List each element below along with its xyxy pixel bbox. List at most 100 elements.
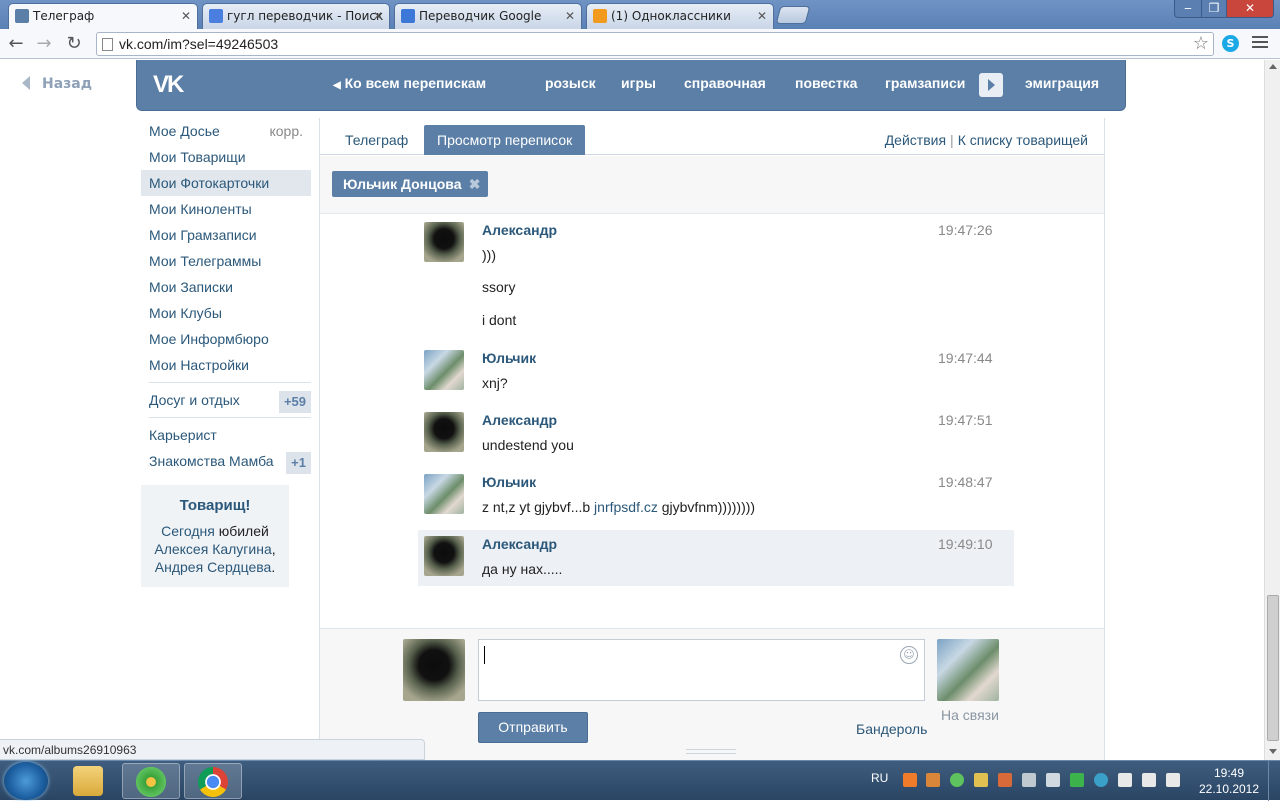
forward-arrow-icon[interactable]: → — [32, 32, 56, 56]
my-avatar[interactable] — [403, 639, 465, 701]
all-chats-link[interactable]: ◀ Ко всем перепискам — [333, 75, 486, 91]
menu-item-groups[interactable]: Мои Клубы — [141, 300, 311, 326]
skype-icon[interactable]: S — [1222, 35, 1239, 52]
menu-item-audio[interactable]: Мои Грамзаписи — [141, 222, 311, 248]
friend-link[interactable]: Андрея Сердцева — [155, 559, 272, 575]
tray-monitor-icon[interactable] — [1070, 773, 1084, 787]
taskbar-chrome[interactable] — [184, 763, 242, 799]
resize-grip[interactable] — [686, 749, 736, 754]
nav-games[interactable]: игры — [621, 75, 656, 91]
scroll-up-icon[interactable] — [1269, 64, 1277, 69]
minimize-button[interactable]: ‒ — [1174, 0, 1202, 18]
tray-device-icon[interactable] — [1118, 773, 1132, 787]
tray-icq-icon[interactable] — [950, 773, 964, 787]
page-scrollbar[interactable] — [1264, 60, 1280, 760]
odnoklassniki-icon — [593, 9, 607, 23]
scroll-down-icon[interactable] — [1269, 749, 1277, 754]
address-bar[interactable]: vk.com/im?sel=49246503 ☆ — [96, 32, 1214, 56]
tab-google-translate[interactable]: Переводчик Google ✕ — [394, 3, 582, 29]
tray-app-icon[interactable] — [903, 773, 917, 787]
edit-link[interactable]: корр. — [269, 118, 303, 144]
avatar[interactable] — [424, 350, 464, 390]
avatar[interactable] — [424, 222, 464, 262]
smiley-icon[interactable]: ☺ — [900, 646, 918, 664]
message-author[interactable]: Александр — [482, 536, 557, 552]
menu-item-app-career[interactable]: Карьерист — [141, 422, 311, 448]
message-author[interactable]: Александр — [482, 222, 557, 238]
today-link[interactable]: Сегодня — [161, 523, 215, 539]
send-button[interactable]: Отправить — [478, 712, 588, 743]
wrench-menu-icon[interactable] — [1252, 36, 1268, 50]
menu-item-profile[interactable]: Мое Досье корр. — [141, 118, 311, 144]
peer-chip[interactable]: Юльчик Донцова ✖ — [332, 171, 488, 197]
avatar[interactable] — [424, 536, 464, 576]
message-time[interactable]: 19:49:10 — [938, 536, 993, 552]
close-icon[interactable]: ✕ — [181, 4, 191, 28]
avatar[interactable] — [424, 412, 464, 452]
message-link[interactable]: jnrfpsdf.cz — [594, 499, 658, 515]
menu-item-notes[interactable]: Мои Записки — [141, 274, 311, 300]
show-desktop-button[interactable] — [1268, 761, 1280, 801]
actions-link[interactable]: Действия — [885, 132, 946, 148]
menu-item-messages[interactable]: Мои Телеграммы — [141, 248, 311, 274]
message-time[interactable]: 19:47:26 — [938, 222, 993, 238]
attach-link[interactable]: Бандероль — [856, 721, 927, 737]
peer-avatar[interactable] — [937, 639, 999, 701]
friends-list-link[interactable]: К списку товарищей — [958, 132, 1088, 148]
network-icon[interactable] — [1142, 773, 1156, 787]
menu-item-app-mamba[interactable]: Знакомства Мамба +1 — [141, 448, 311, 474]
volume-icon[interactable] — [1166, 773, 1180, 787]
menu-item-app-leisure[interactable]: Досуг и отдых +59 — [141, 387, 311, 413]
close-icon[interactable]: ✖ — [469, 171, 481, 197]
nav-search[interactable]: розыск — [545, 75, 596, 91]
menu-item-videos[interactable]: Мои Киноленты — [141, 196, 311, 222]
taskbar-icq[interactable] — [122, 763, 180, 799]
flag-icon[interactable] — [1046, 773, 1060, 787]
tab-messages[interactable]: Телеграф — [332, 125, 421, 155]
new-tab-button[interactable] — [775, 6, 811, 24]
close-window-button[interactable]: ✕ — [1226, 0, 1274, 18]
close-icon[interactable]: ✕ — [373, 4, 383, 28]
menu-item-settings[interactable]: Мои Настройки — [141, 352, 311, 378]
scroll-thumb[interactable] — [1267, 595, 1279, 741]
message-time[interactable]: 19:47:51 — [938, 412, 993, 428]
tray-hand-icon[interactable] — [998, 773, 1012, 787]
friend-link[interactable]: Алексея Калугина — [154, 541, 271, 557]
vk-logo[interactable]: VK — [153, 70, 199, 100]
avatar[interactable] — [424, 474, 464, 514]
tab-google-search[interactable]: гугл переводчик - Поиск ✕ — [202, 3, 390, 29]
back-arrow-icon[interactable]: ← — [4, 32, 28, 56]
star-icon[interactable]: ☆ — [1193, 33, 1209, 55]
message-time[interactable]: 19:48:47 — [938, 474, 993, 490]
menu-item-photos[interactable]: Мои Фотокарточки — [141, 170, 311, 196]
taskbar-explorer[interactable] — [60, 763, 118, 799]
tab-odnoklassniki[interactable]: (1) Одноклассники ✕ — [586, 3, 774, 29]
nav-notifications[interactable]: повестка — [795, 75, 857, 91]
system-clock[interactable]: 19:49 22.10.2012 — [1194, 765, 1264, 797]
tray-tool-icon[interactable] — [974, 773, 988, 787]
tray-update-icon[interactable] — [1094, 773, 1108, 787]
language-indicator[interactable]: RU — [871, 771, 888, 785]
start-button[interactable] — [4, 762, 48, 800]
maximize-button[interactable]: ❐ — [1201, 0, 1227, 18]
menu-item-friends[interactable]: Мои Товарищи — [141, 144, 311, 170]
reload-icon[interactable]: ↻ — [62, 32, 86, 56]
nav-music[interactable]: грамзаписи — [885, 75, 965, 91]
message-author[interactable]: Юльчик — [482, 474, 536, 490]
message-author[interactable]: Юльчик — [482, 350, 536, 366]
chevron-right-icon[interactable] — [979, 73, 1003, 97]
back-link[interactable]: Назад — [22, 76, 92, 92]
tray-mail-icon[interactable] — [926, 773, 940, 787]
nav-help[interactable]: справочная — [684, 75, 766, 91]
birthday-reminder: Товарищ! Сегодня юбилей Алексея Калугина… — [141, 485, 289, 587]
close-icon[interactable]: ✕ — [757, 4, 767, 28]
tab-telegraf[interactable]: Телеграф ✕ — [8, 3, 198, 30]
tray-sound-icon[interactable] — [1022, 773, 1036, 787]
message-author[interactable]: Александр — [482, 412, 557, 428]
tab-view-conversation[interactable]: Просмотр переписок — [424, 125, 586, 155]
message-input[interactable]: ☺ — [478, 639, 925, 701]
nav-logout[interactable]: эмиграция — [1025, 75, 1099, 91]
close-icon[interactable]: ✕ — [565, 4, 575, 28]
message-time[interactable]: 19:47:44 — [938, 350, 993, 366]
menu-item-news[interactable]: Мое Информбюро — [141, 326, 311, 352]
